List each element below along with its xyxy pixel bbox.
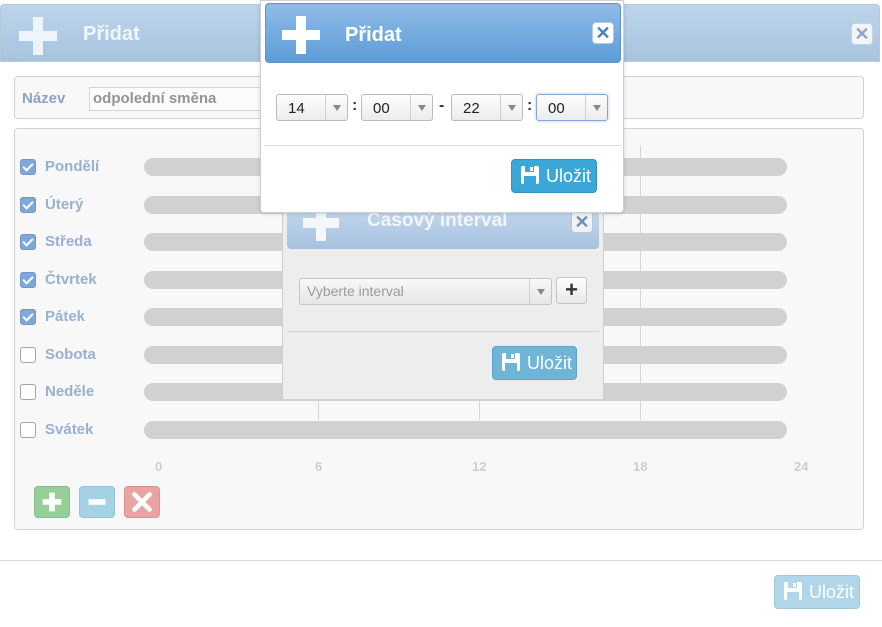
plus-icon: + [565,277,578,302]
time-separator: : [527,97,533,114]
save-button[interactable]: Uložit [492,346,577,380]
add-interval-button[interactable]: + [556,277,587,304]
close-icon[interactable]: ✕ [592,22,614,44]
floppy-disk-icon [502,353,520,371]
divider [287,331,599,332]
divider [265,145,621,146]
chevron-down-icon [500,95,522,120]
time-dialog: Přidat ✕ 14 : 00 - 22 : 00 Uložit [260,0,624,213]
from-minute-value: 00 [373,100,390,117]
to-minute-select[interactable]: 00 [536,94,608,121]
close-icon[interactable]: ✕ [571,211,593,233]
range-separator: - [439,97,445,114]
from-hour-value: 14 [288,100,305,117]
to-minute-value: 00 [548,100,565,117]
time-dialog-title: Přidat [345,24,402,46]
plus-icon [282,16,320,54]
save-button-label: Uložit [546,166,592,186]
interval-select-placeholder: Vyberte interval [307,283,404,299]
interval-select[interactable]: Vyberte interval [299,278,552,305]
chevron-down-icon [585,95,607,120]
from-hour-select[interactable]: 14 [276,94,348,121]
interval-dialog: Časový interval ✕ Vyberte interval + Ulo… [282,200,604,400]
save-button-label: Uložit [527,353,573,373]
to-hour-select[interactable]: 22 [451,94,523,121]
from-minute-select[interactable]: 00 [361,94,433,121]
save-button[interactable]: Uložit [511,159,597,193]
chevron-down-icon [529,279,551,304]
time-dialog-header: Přidat ✕ [265,3,621,63]
interval-dialog-title: Časový interval [367,210,508,231]
chevron-down-icon [325,95,347,120]
time-separator: : [352,97,358,114]
to-hour-value: 22 [463,100,480,117]
floppy-disk-icon [521,166,539,184]
chevron-down-icon [410,95,432,120]
